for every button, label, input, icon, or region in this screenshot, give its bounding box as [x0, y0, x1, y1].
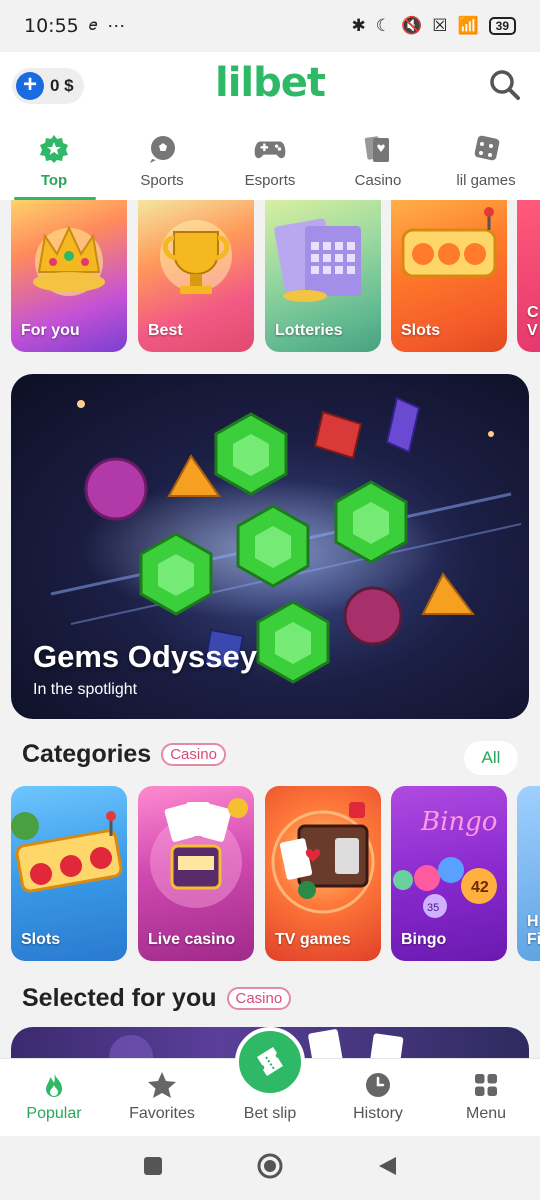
recents-button[interactable] [142, 1155, 164, 1182]
search-icon[interactable] [488, 68, 522, 102]
gamepad-icon [253, 132, 287, 166]
home-button[interactable] [256, 1152, 284, 1185]
categories-carousel[interactable]: Slots Live casino TV games Bingo 42 35 B… [0, 786, 540, 962]
nav-favorites[interactable]: Favorites [108, 1059, 216, 1136]
square-icon [144, 1156, 162, 1175]
ticket-icon [257, 1047, 283, 1076]
nav-history[interactable]: History [324, 1059, 432, 1136]
back-triangle-icon [379, 1156, 396, 1175]
home-circle-icon [257, 1153, 283, 1178]
spotlight-title: Gems Odyssey [33, 639, 258, 674]
nav-bet-slip[interactable]: Bet slip [216, 1027, 324, 1136]
clock-icon [366, 1073, 390, 1097]
section-title: Categories [22, 740, 152, 768]
lilbet-logo[interactable]: lilbet [0, 60, 540, 106]
top-navigation: Top Sports Esports Casino lil games [0, 124, 540, 200]
grid-icon [475, 1074, 497, 1096]
category-label: Slots [21, 931, 61, 948]
promo-label: For you [21, 322, 80, 339]
more-dots-icon: ⋯ [107, 15, 126, 36]
bottom-navigation: Popular Favorites Bet slip History Menu [0, 1027, 540, 1136]
star-icon [148, 1072, 176, 1098]
playing-cards-icon [361, 132, 395, 166]
nav-menu[interactable]: Menu [432, 1059, 540, 1136]
tab-label: Casino [354, 172, 402, 189]
tab-label: Sports [140, 172, 184, 189]
app-screen: 10:55 𝑒 ⋯ ✱ ☾ 🔇 ☒ 📶 39 + 0 $ lilbet Top … [0, 0, 540, 1200]
selected-header: Selected for you Casino [22, 984, 292, 1013]
status-time: 10:55 [24, 15, 79, 37]
nav-label: Bet slip [243, 1105, 297, 1122]
system-navigation-bar [0, 1136, 540, 1200]
tab-label: Top [40, 172, 68, 189]
promo-partial[interactable]: C V [517, 200, 540, 352]
signature-icon: 𝑒 [88, 17, 98, 34]
category-label: Live casino [148, 931, 236, 948]
category-label: TV games [275, 931, 351, 948]
nav-label: Favorites [129, 1105, 195, 1122]
app-header: + 0 $ lilbet [0, 52, 540, 124]
tab-top[interactable]: Top [0, 124, 108, 200]
categories-header: Categories Casino [22, 740, 226, 769]
bluetooth-icon: ✱ [351, 16, 366, 35]
promo-label: Slots [401, 322, 441, 339]
category-slots[interactable]: Slots [11, 786, 127, 961]
category-partial[interactable]: H Fi [517, 786, 540, 961]
battery-indicator: 39 [488, 17, 516, 35]
category-label: Bingo [401, 931, 447, 948]
category-label: H Fi [527, 913, 540, 948]
status-bar: 10:55 𝑒 ⋯ ✱ ☾ 🔇 ☒ 📶 39 [0, 0, 540, 52]
tab-label: Esports [244, 172, 296, 189]
spotlight-subtitle: In the spotlight [33, 681, 138, 698]
category-live-casino[interactable]: Live casino [138, 786, 254, 961]
nav-label: Popular [26, 1105, 82, 1122]
spotlight-banner[interactable]: Gems Odyssey In the spotlight [11, 374, 529, 719]
wifi-icon: 📶 [457, 16, 479, 35]
svg-text:42: 42 [471, 879, 489, 896]
star-badge-icon [37, 132, 71, 166]
section-title: Selected for you [22, 984, 217, 1012]
dice-icon [469, 132, 503, 166]
tab-esports[interactable]: Esports [216, 124, 324, 200]
nav-label: History [353, 1105, 403, 1122]
promo-label: Best [148, 322, 183, 339]
tab-lil-games[interactable]: lil games [432, 124, 540, 200]
promo-lotteries[interactable]: Lotteries [265, 200, 381, 352]
promo-carousel[interactable]: For you Best Lotteries Slots C V [0, 200, 540, 354]
casino-badge: Casino [226, 987, 292, 1010]
promo-label: Lotteries [275, 322, 343, 339]
soccer-ball-icon [145, 132, 179, 166]
back-button[interactable] [376, 1155, 398, 1182]
all-categories-button[interactable]: All [464, 741, 518, 775]
tab-sports[interactable]: Sports [108, 124, 216, 200]
sim-icon: ☒ [432, 16, 448, 35]
casino-badge: Casino [161, 743, 226, 766]
moon-icon: ☾ [375, 16, 392, 35]
bet-slip-button[interactable] [235, 1027, 305, 1097]
mute-icon: 🔇 [401, 16, 423, 35]
svg-text:35: 35 [427, 902, 439, 914]
promo-for-you[interactable]: For you [11, 200, 127, 352]
flame-icon [46, 1073, 62, 1097]
promo-slots[interactable]: Slots [391, 200, 507, 352]
category-tv-games[interactable]: TV games [265, 786, 381, 961]
nav-popular[interactable]: Popular [0, 1059, 108, 1136]
promo-label: C V [527, 304, 539, 339]
tab-label: lil games [456, 172, 516, 189]
nav-label: Menu [465, 1105, 507, 1122]
category-bingo[interactable]: Bingo 42 35 Bingo [391, 786, 507, 961]
tab-casino[interactable]: Casino [324, 124, 432, 200]
promo-best[interactable]: Best [138, 200, 254, 352]
svg-text:Bingo: Bingo [420, 807, 497, 837]
